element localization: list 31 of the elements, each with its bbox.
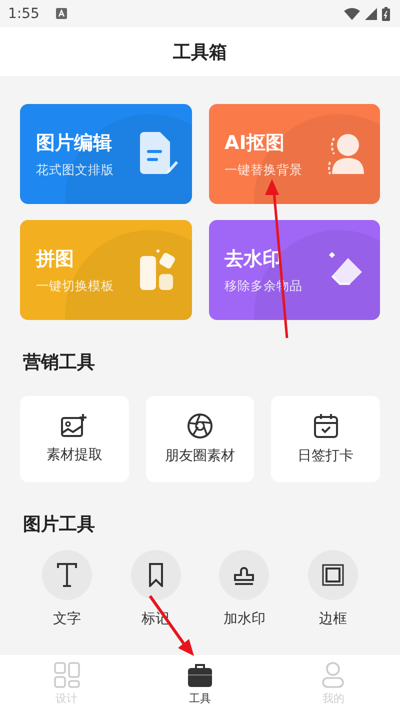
grid-icon bbox=[54, 662, 80, 688]
image-add-icon bbox=[61, 414, 88, 438]
calendar-check-icon bbox=[312, 413, 339, 439]
tool-card[interactable]: 素材提取 bbox=[20, 396, 129, 482]
person-icon bbox=[320, 662, 346, 688]
card-subtitle: 一键替换背景 bbox=[224, 162, 304, 178]
page-title: 工具箱 bbox=[173, 40, 227, 64]
tool-card[interactable]: 朋友圈素材 bbox=[146, 396, 254, 482]
card-subtitle: 一键切换模板 bbox=[36, 278, 115, 294]
card-subtitle: 花式图文排版 bbox=[36, 162, 115, 178]
battery-icon bbox=[382, 6, 390, 20]
nav-tab[interactable]: 工具 bbox=[160, 662, 240, 706]
wifi-icon bbox=[344, 8, 360, 20]
briefcase-icon bbox=[186, 662, 213, 688]
person-cutout-icon bbox=[326, 132, 366, 176]
signal-icon bbox=[365, 8, 377, 20]
aperture-icon bbox=[186, 413, 213, 439]
text-icon bbox=[56, 563, 78, 587]
card-title: 拼图 bbox=[36, 246, 75, 272]
section-heading: 图片工具 bbox=[23, 513, 95, 536]
card-title: AI抠图 bbox=[224, 130, 286, 156]
frame-icon bbox=[322, 564, 344, 586]
section-heading: 营销工具 bbox=[23, 351, 95, 374]
card-title: 图片编辑 bbox=[36, 130, 113, 156]
feature-card[interactable]: 图片编辑 花式图文排版 bbox=[20, 104, 192, 204]
bookmark-icon bbox=[148, 563, 164, 587]
notification-icon bbox=[56, 8, 68, 19]
status-time: 1:55 bbox=[8, 6, 40, 22]
tool-card[interactable]: 日签打卡 bbox=[271, 396, 380, 482]
collage-icon bbox=[138, 248, 178, 292]
document-edit-icon bbox=[138, 132, 178, 176]
